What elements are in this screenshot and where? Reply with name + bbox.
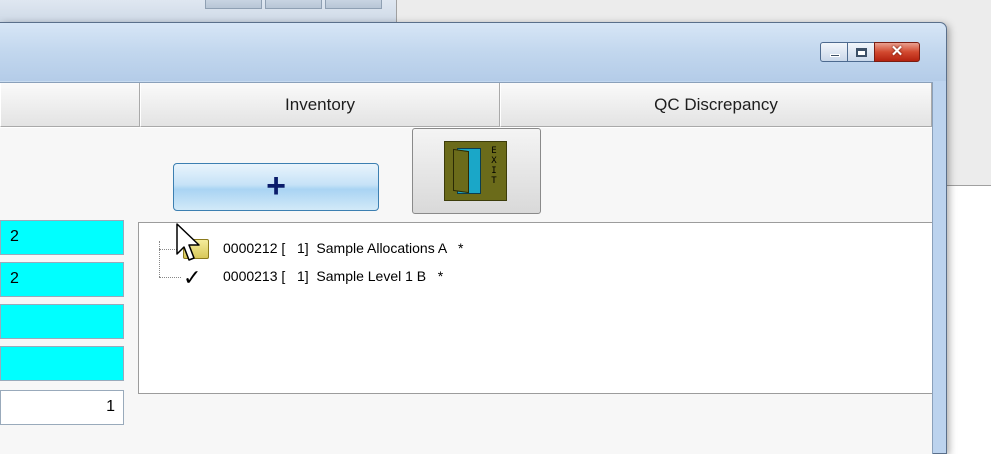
door [453,148,469,194]
background-tab [325,0,382,9]
input-field[interactable] [0,346,124,381]
add-button[interactable]: + [173,163,379,211]
minimize-icon [830,54,840,57]
tree-item[interactable]: 0000212 [ 1] Sample Allocations A * [223,240,464,260]
exit-button[interactable]: EXIT [412,128,541,214]
tree-connector [159,241,160,277]
background-tab [265,0,322,9]
main-panel: + EXIT 2 2 1 ✓ 0000212 [ 1] Sample Alloc [0,128,932,454]
title-bar[interactable]: ✕ [0,23,946,81]
maximize-button[interactable] [847,42,875,62]
mouse-cursor-icon [176,223,200,261]
tab-strip: Inventory QC Discrepancy [0,83,932,128]
maximize-icon [856,48,867,57]
tab-qc-discrepancy[interactable]: QC Discrepancy [500,83,932,127]
number-field[interactable]: 1 [0,390,124,425]
exit-letters: EXIT [491,146,497,186]
quantity-field[interactable]: 2 [0,262,124,297]
tab-inventory[interactable]: Inventory [140,83,500,127]
tree-item[interactable]: 0000213 [ 1] Sample Level 1 B * [223,268,443,288]
close-icon: ✕ [890,43,904,60]
sample-tree[interactable]: ✓ 0000212 [ 1] Sample Allocations A * 00… [138,222,932,394]
minimize-button[interactable] [820,42,848,62]
dialog-window: ✕ Inventory QC Discrepancy + EXIT 2 2 1 [0,22,947,454]
close-button[interactable]: ✕ [874,42,920,62]
background-window [0,0,397,23]
background-tab [205,0,262,9]
tab-unlabeled[interactable] [0,83,140,127]
tree-connector [159,277,181,278]
client-area: Inventory QC Discrepancy + EXIT 2 2 1 ✓ … [0,82,933,454]
exit-door-icon: EXIT [444,141,507,201]
check-icon: ✓ [183,265,202,290]
quantity-field[interactable]: 2 [0,220,124,255]
caption-buttons: ✕ [820,42,920,64]
input-field[interactable] [0,304,124,339]
